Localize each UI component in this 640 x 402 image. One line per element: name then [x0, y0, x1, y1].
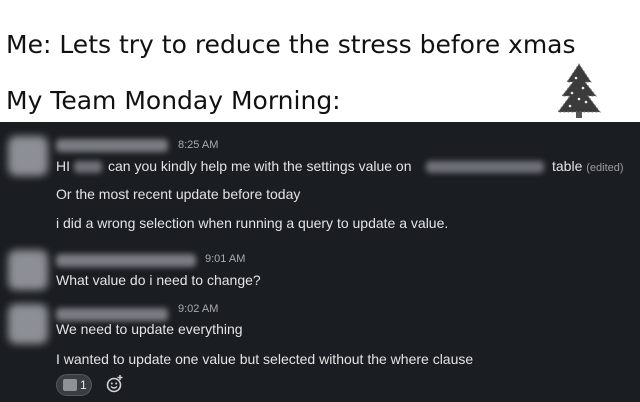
- reaction-count: 1: [80, 378, 87, 392]
- message-text: table (edited): [552, 158, 624, 174]
- emoji-reaction-icon: [63, 379, 77, 391]
- reaction-pill[interactable]: 1: [56, 374, 92, 396]
- christmas-tree-icon: [557, 63, 601, 118]
- message-text: I wanted to update one value but selecte…: [56, 351, 474, 367]
- message-text: What value do i need to change?: [56, 272, 261, 288]
- add-reaction-icon[interactable]: [106, 374, 124, 394]
- avatar[interactable]: [8, 304, 48, 344]
- sender-name-blurred[interactable]: [56, 139, 168, 152]
- message-timestamp[interactable]: 9:01 AM: [205, 253, 245, 265]
- avatar[interactable]: [8, 250, 48, 290]
- avatar[interactable]: [8, 136, 48, 176]
- message-text: i did a wrong selection when running a q…: [56, 215, 449, 231]
- meme-caption-line2: My Team Monday Morning:: [6, 86, 341, 115]
- redacted-name: [74, 161, 102, 173]
- sender-name-blurred[interactable]: [56, 308, 168, 321]
- meme-caption-line1: Me: Lets try to reduce the stress before…: [6, 30, 576, 59]
- message-text: HI: [56, 158, 70, 174]
- edited-label: (edited): [586, 162, 624, 174]
- message-text: can you kindly help me with the settings…: [108, 158, 412, 174]
- sender-name-blurred[interactable]: [56, 254, 196, 267]
- redacted-table-name: [426, 161, 544, 173]
- message-text: Or the most recent update before today: [56, 186, 301, 202]
- message-timestamp[interactable]: 8:25 AM: [178, 139, 218, 151]
- message-text: We need to update everything: [56, 321, 243, 337]
- chat-panel: 8:25 AM HI can you kindly help me with t…: [0, 122, 640, 402]
- message-timestamp[interactable]: 9:02 AM: [178, 303, 218, 315]
